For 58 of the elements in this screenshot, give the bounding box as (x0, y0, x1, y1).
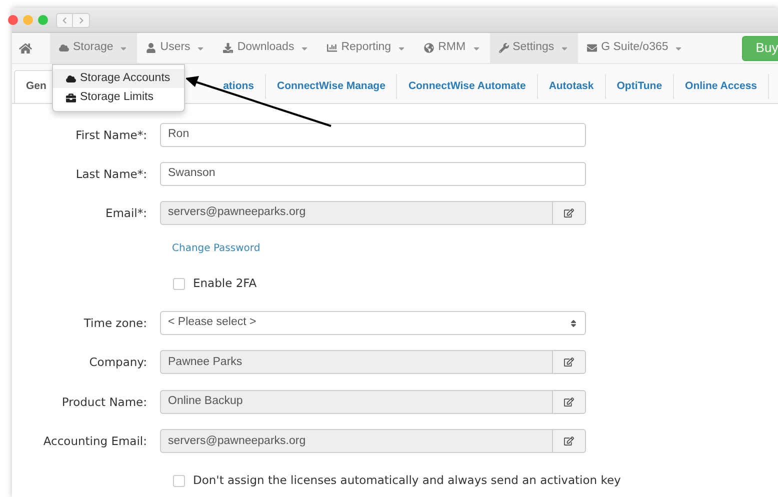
field-label: Company: (89, 355, 147, 370)
checkbox-label: Don't assign the licenses automatically and always send an activation key (193, 472, 621, 489)
field-label: Email*: (105, 206, 147, 220)
menu-icon (424, 43, 434, 53)
edit-button[interactable] (553, 200, 586, 225)
edit-icon (564, 436, 574, 446)
sort-icon (569, 318, 578, 328)
tab[interactable]: Autotask (538, 74, 606, 99)
timezone-select[interactable]: < Please select > (160, 311, 586, 335)
field-label: Last Name*: (76, 166, 147, 180)
menu-icon (66, 74, 76, 84)
field-label: Time zone: (84, 316, 147, 330)
edit-icon (564, 357, 574, 368)
edit-button[interactable] (553, 390, 586, 414)
change-password-link[interactable]: Change Password (172, 241, 260, 256)
edit-icon (564, 396, 574, 407)
edit-button[interactable] (553, 429, 586, 454)
readonly-field: Pawnee Parks (160, 350, 553, 374)
edit-button[interactable] (553, 350, 586, 374)
nav-menu-item[interactable]: Reporting (318, 33, 416, 63)
readonly-field: servers@pawneeparks.org (160, 200, 553, 225)
dropdown-item[interactable]: Storage Limits (53, 88, 184, 107)
field-label: First Name*: (76, 128, 147, 142)
nav-menu-item[interactable]: Settings (490, 33, 578, 63)
nav-menu-item[interactable]: Users (137, 33, 214, 63)
field-label: Product Name: (62, 394, 147, 409)
menu-icon (587, 43, 598, 53)
buy-button[interactable]: Buy (742, 36, 778, 60)
forward-button[interactable] (73, 12, 90, 28)
menu-icon (59, 43, 69, 53)
menu-icon (146, 43, 156, 53)
menu-icon (66, 92, 76, 102)
nav-menu-item[interactable]: G Suite/o365 (578, 33, 692, 63)
menu-icon (223, 43, 234, 53)
nav-menu-item[interactable]: Storage (50, 33, 138, 63)
checkbox[interactable] (173, 474, 185, 486)
menu-icon (498, 43, 509, 53)
tab[interactable]: ConnectWise Automate (397, 74, 538, 99)
menu-icon (327, 43, 338, 53)
tab[interactable]: OptiTune (606, 74, 674, 99)
checkbox[interactable] (173, 278, 185, 290)
tab[interactable]: ConnectWise Manage (266, 74, 398, 99)
zoom-window-icon[interactable] (38, 15, 48, 25)
chevron-left-icon (61, 16, 68, 24)
nav-menu-item[interactable]: RMM (415, 33, 490, 63)
readonly-field: Online Backup (160, 390, 553, 414)
chevron-right-icon (78, 16, 84, 24)
readonly-field: servers@pawneeparks.org (160, 429, 553, 454)
dropdown-item[interactable]: Storage Accounts (53, 69, 184, 88)
text-field[interactable]: Swanson (160, 162, 586, 186)
field-label: Accounting Email: (43, 434, 147, 448)
nav-menu-item[interactable]: Downloads (214, 33, 318, 63)
tab[interactable]: Online Access (674, 74, 770, 99)
back-button[interactable] (56, 12, 73, 28)
text-field[interactable]: Ron (160, 122, 586, 146)
edit-icon (564, 208, 574, 218)
checkbox-label: Enable 2FA (193, 275, 257, 292)
close-window-icon[interactable] (8, 15, 18, 25)
